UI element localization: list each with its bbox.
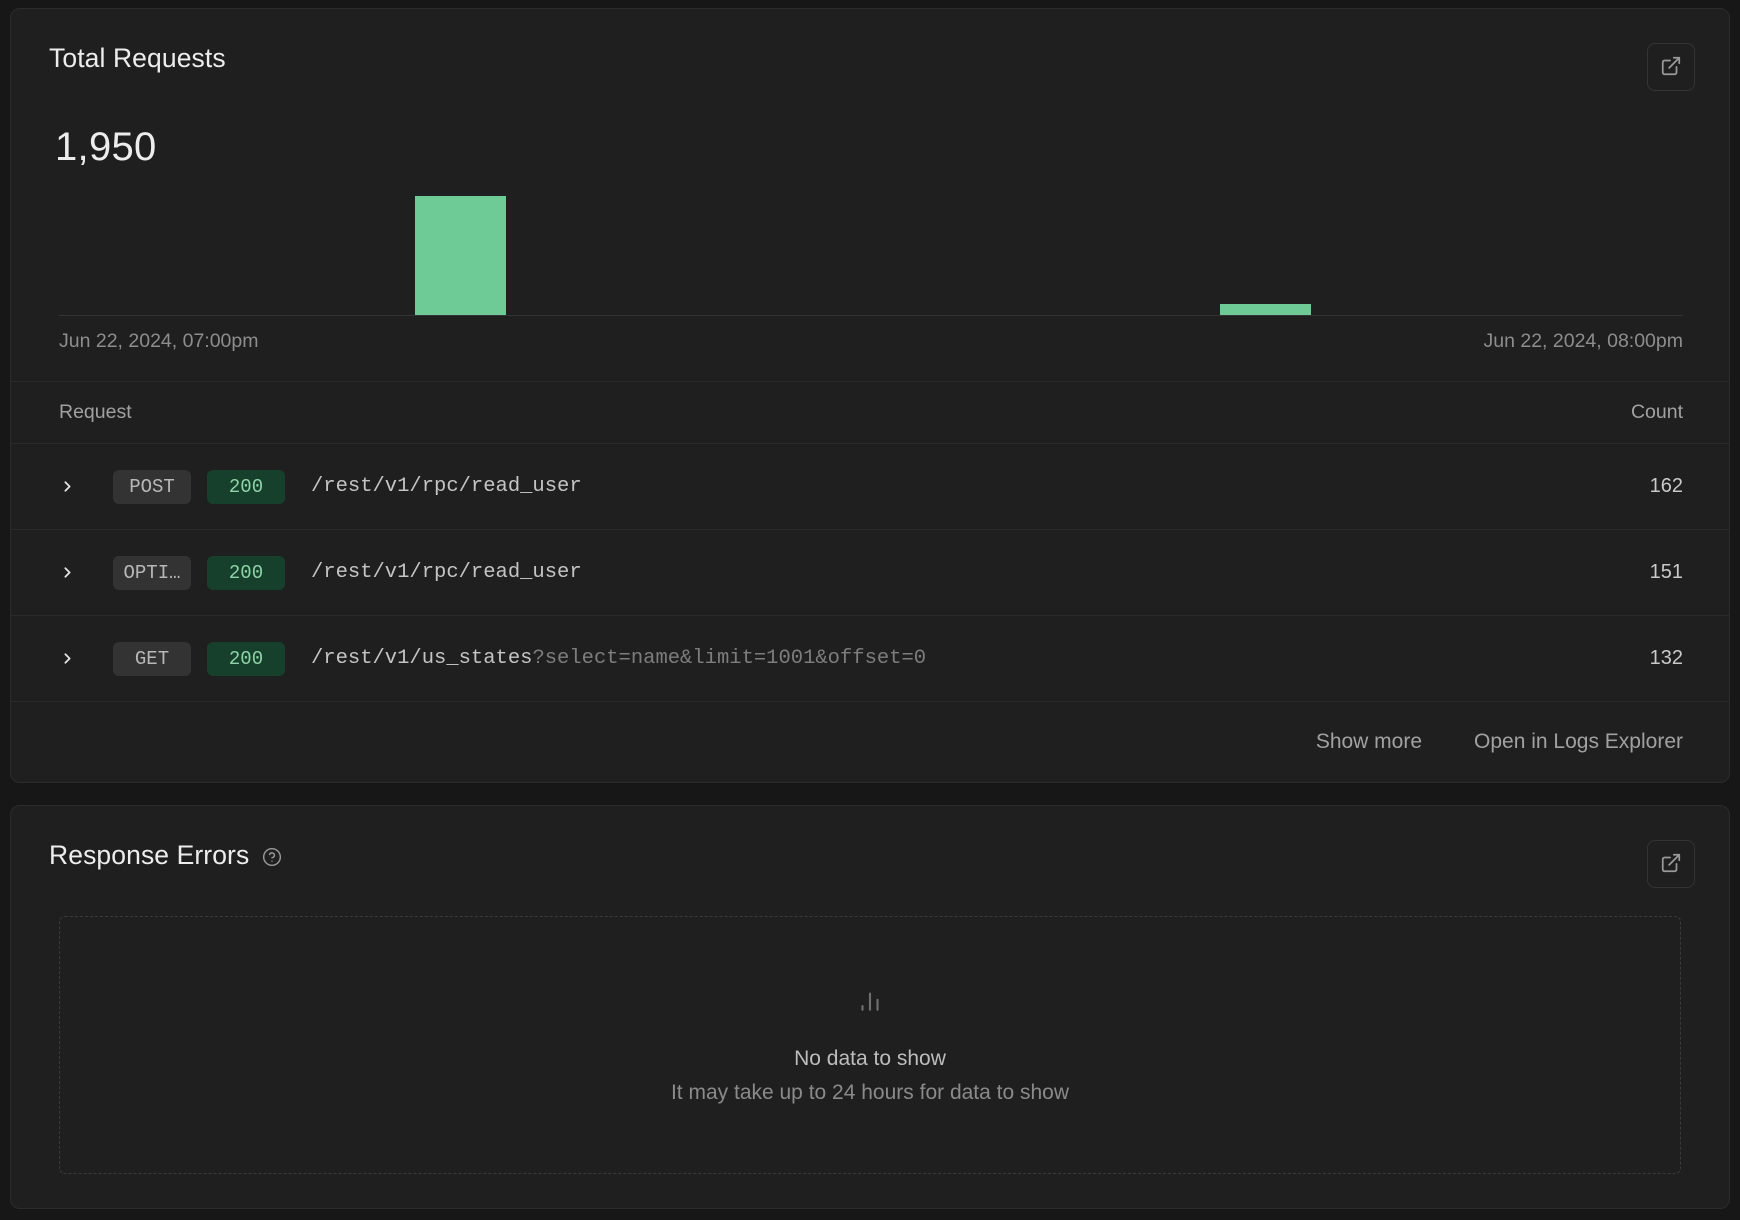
external-link-icon: [1660, 852, 1682, 877]
response-errors-title-text: Response Errors: [49, 840, 250, 870]
table-row[interactable]: GET 200 /rest/v1/us_states?select=name&l…: [11, 616, 1729, 702]
table-header: Request Count: [11, 382, 1729, 444]
open-external-button[interactable]: [1647, 840, 1695, 888]
table-row[interactable]: POST 200 /rest/v1/rpc/read_user 162: [11, 444, 1729, 530]
column-header-count: Count: [1630, 401, 1683, 423]
open-external-button[interactable]: [1647, 43, 1695, 91]
request-method-badge: POST: [113, 469, 191, 504]
column-header-request: Request: [59, 401, 132, 423]
page-title: Total Requests: [49, 43, 226, 73]
empty-state: No data to show It may take up to 24 hou…: [59, 916, 1681, 1174]
request-count: 162: [1649, 475, 1683, 497]
chevron-right-icon[interactable]: [59, 650, 85, 667]
chevron-right-icon[interactable]: [59, 478, 85, 495]
request-method-badge: OPTI…: [113, 555, 191, 590]
axis-label-end: Jun 22, 2024, 08:00pm: [1483, 330, 1684, 352]
request-method-badge: GET: [113, 641, 191, 676]
request-path: /rest/v1/rpc/read_user: [311, 561, 582, 584]
response-errors-header: Response Errors: [11, 806, 1729, 888]
request-path: /rest/v1/us_states?select=name&limit=100…: [311, 647, 927, 670]
empty-state-title: No data to show: [794, 1046, 946, 1070]
status-badge: 200: [207, 641, 285, 676]
chart-axis-labels: Jun 22, 2024, 07:00pm Jun 22, 2024, 08:0…: [59, 316, 1683, 353]
show-more-button[interactable]: Show more: [1316, 730, 1422, 754]
empty-state-subtitle: It may take up to 24 hours for data to s…: [670, 1080, 1070, 1104]
request-path: /rest/v1/rpc/read_user: [311, 475, 582, 498]
requests-table: Request Count POST 200 /rest/v1/rpc/read…: [11, 381, 1729, 782]
chart-bar[interactable]: [414, 196, 506, 315]
bar-chart-icon: [855, 986, 885, 1021]
response-errors-body: No data to show It may take up to 24 hou…: [11, 888, 1729, 1208]
status-badge: 200: [207, 555, 285, 590]
open-in-logs-explorer-button[interactable]: Open in Logs Explorer: [1474, 730, 1683, 754]
total-requests-header: Total Requests: [11, 9, 1729, 91]
chevron-right-icon[interactable]: [59, 564, 85, 581]
requests-chart: Jun 22, 2024, 07:00pm Jun 22, 2024, 08:0…: [11, 196, 1729, 353]
status-badge: 200: [207, 469, 285, 504]
request-count: 151: [1649, 561, 1683, 583]
response-errors-title: Response Errors: [49, 840, 282, 871]
dashboard-page: Total Requests 1,950 Jun 22, 2024, 07:00…: [0, 0, 1740, 1220]
chart-bar[interactable]: [1220, 303, 1312, 315]
request-count: 132: [1649, 647, 1683, 669]
help-circle-icon[interactable]: [262, 847, 282, 867]
table-footer: Show more Open in Logs Explorer: [11, 702, 1729, 782]
response-errors-card: Response Errors No data to show It may t…: [10, 805, 1730, 1209]
external-link-icon: [1660, 55, 1682, 80]
table-row[interactable]: OPTI… 200 /rest/v1/rpc/read_user 151: [11, 530, 1729, 616]
axis-label-start: Jun 22, 2024, 07:00pm: [59, 330, 259, 352]
total-requests-value: 1,950: [55, 125, 157, 169]
chart-plot-area: [59, 196, 1683, 316]
total-requests-card: Total Requests 1,950 Jun 22, 2024, 07:00…: [10, 8, 1730, 783]
